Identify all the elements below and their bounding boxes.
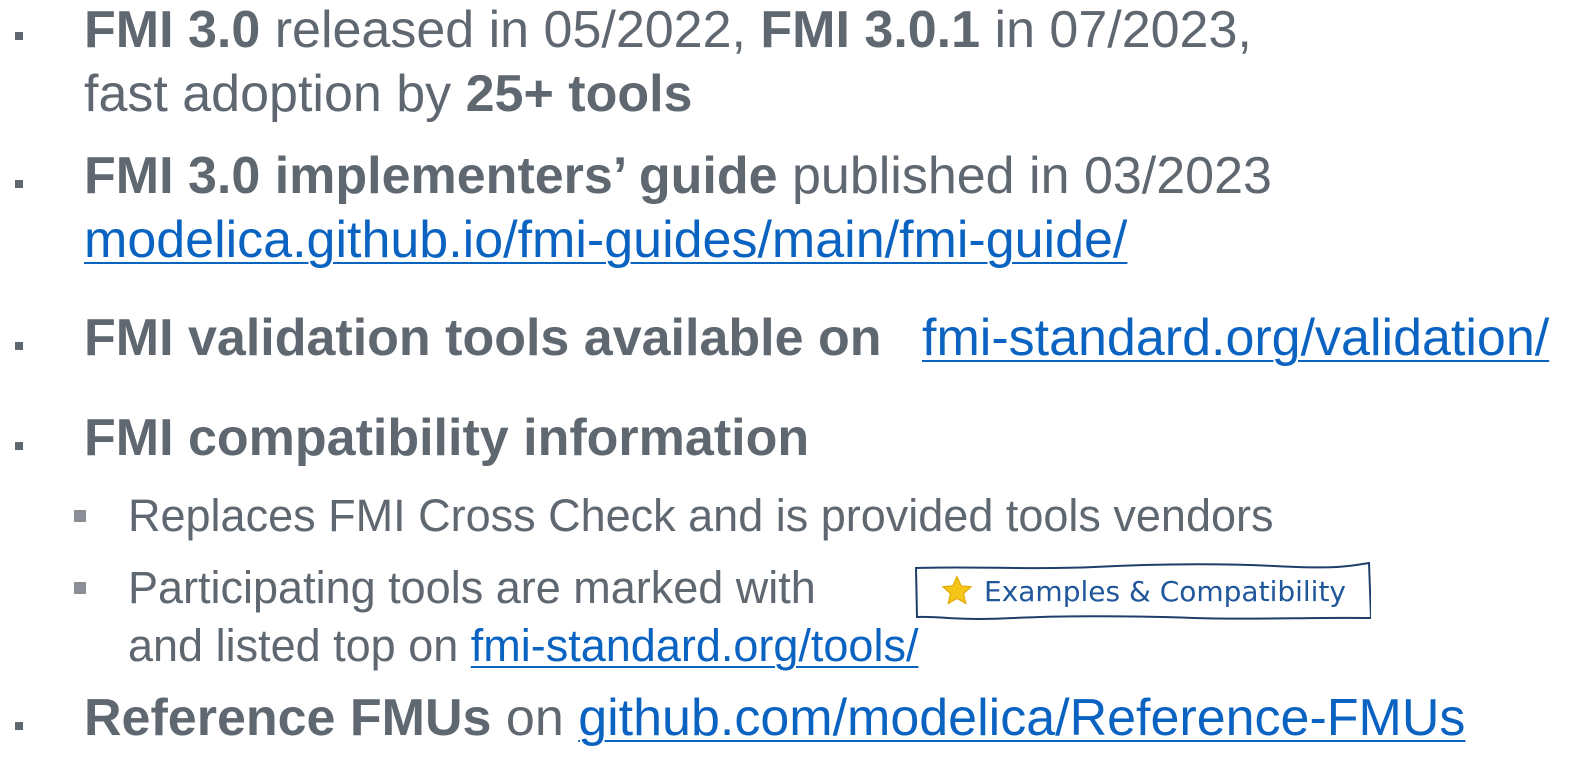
star-icon (941, 575, 973, 605)
bullet-marker (15, 722, 23, 730)
sub-bullet-marker (74, 510, 86, 522)
badge-content: Examples & Compatibility (940, 574, 1346, 608)
bullet-1-text-1: released in 05/2022, (260, 1, 761, 59)
bullet-5-text: on (491, 689, 579, 747)
compatibility-info-strong: FMI compatibility information (84, 409, 810, 467)
bullet-5-line: Reference FMUs on github.com/modelica/Re… (84, 688, 1465, 748)
sub-bullet-2-line-2: and listed top on fmi-standard.org/tools… (128, 620, 918, 672)
bullet-marker (15, 180, 23, 188)
tools-count-strong: 25+ tools (465, 65, 693, 123)
bullet-4-line: FMI compatibility information (84, 408, 809, 468)
sub-bullet-2-text-2: and listed top on (128, 620, 471, 671)
fmi-3-0-1-strong: FMI 3.0.1 (760, 1, 981, 59)
bullet-2-line-2: modelica.github.io/fmi-guides/main/fmi-g… (84, 210, 1127, 270)
validation-tools-strong: FMI validation tools available on (84, 309, 882, 367)
bullet-1-line-1: FMI 3.0 released in 05/2022, FMI 3.0.1 i… (84, 0, 1252, 60)
examples-compatibility-badge: Examples & Compatibility (914, 560, 1371, 622)
sub-bullet-marker (74, 582, 86, 594)
reference-fmus-link[interactable]: github.com/modelica/Reference-FMUs (578, 689, 1465, 747)
fmi-3-0-strong: FMI 3.0 (84, 1, 261, 59)
bullet-marker (15, 32, 23, 40)
sub-bullet-1: Replaces FMI Cross Check and is provided… (128, 490, 1274, 542)
implementers-guide-strong: FMI 3.0 implementers’ guide (84, 147, 778, 205)
bullet-marker (15, 442, 23, 450)
sub-bullet-2-line-1: Participating tools are marked with (128, 562, 816, 614)
badge-label: Examples & Compatibility (984, 574, 1347, 608)
bullet-3-line: FMI validation tools available on (84, 308, 881, 368)
bullet-1-text-2: in 07/2023, (980, 1, 1252, 59)
fmi-guide-link[interactable]: modelica.github.io/fmi-guides/main/fmi-g… (84, 211, 1127, 269)
bullet-3-link-wrap: fmi-standard.org/validation/ (922, 308, 1549, 368)
sub-bullet-1-text: Replaces FMI Cross Check and is provided… (128, 490, 1274, 541)
bullet-1-line-2-text: fast adoption by (84, 65, 466, 123)
reference-fmus-strong: Reference FMUs (84, 689, 492, 747)
tools-link[interactable]: fmi-standard.org/tools/ (471, 620, 919, 671)
bullet-1-line-2: fast adoption by 25+ tools (84, 64, 692, 124)
bullet-2-line-1: FMI 3.0 implementers’ guide published in… (84, 146, 1272, 206)
bullet-2-text: published in 03/2023 (777, 147, 1272, 205)
sub-bullet-2-text-1: Participating tools are marked with (128, 562, 816, 613)
bullet-marker (15, 342, 23, 350)
validation-link[interactable]: fmi-standard.org/validation/ (922, 309, 1549, 367)
